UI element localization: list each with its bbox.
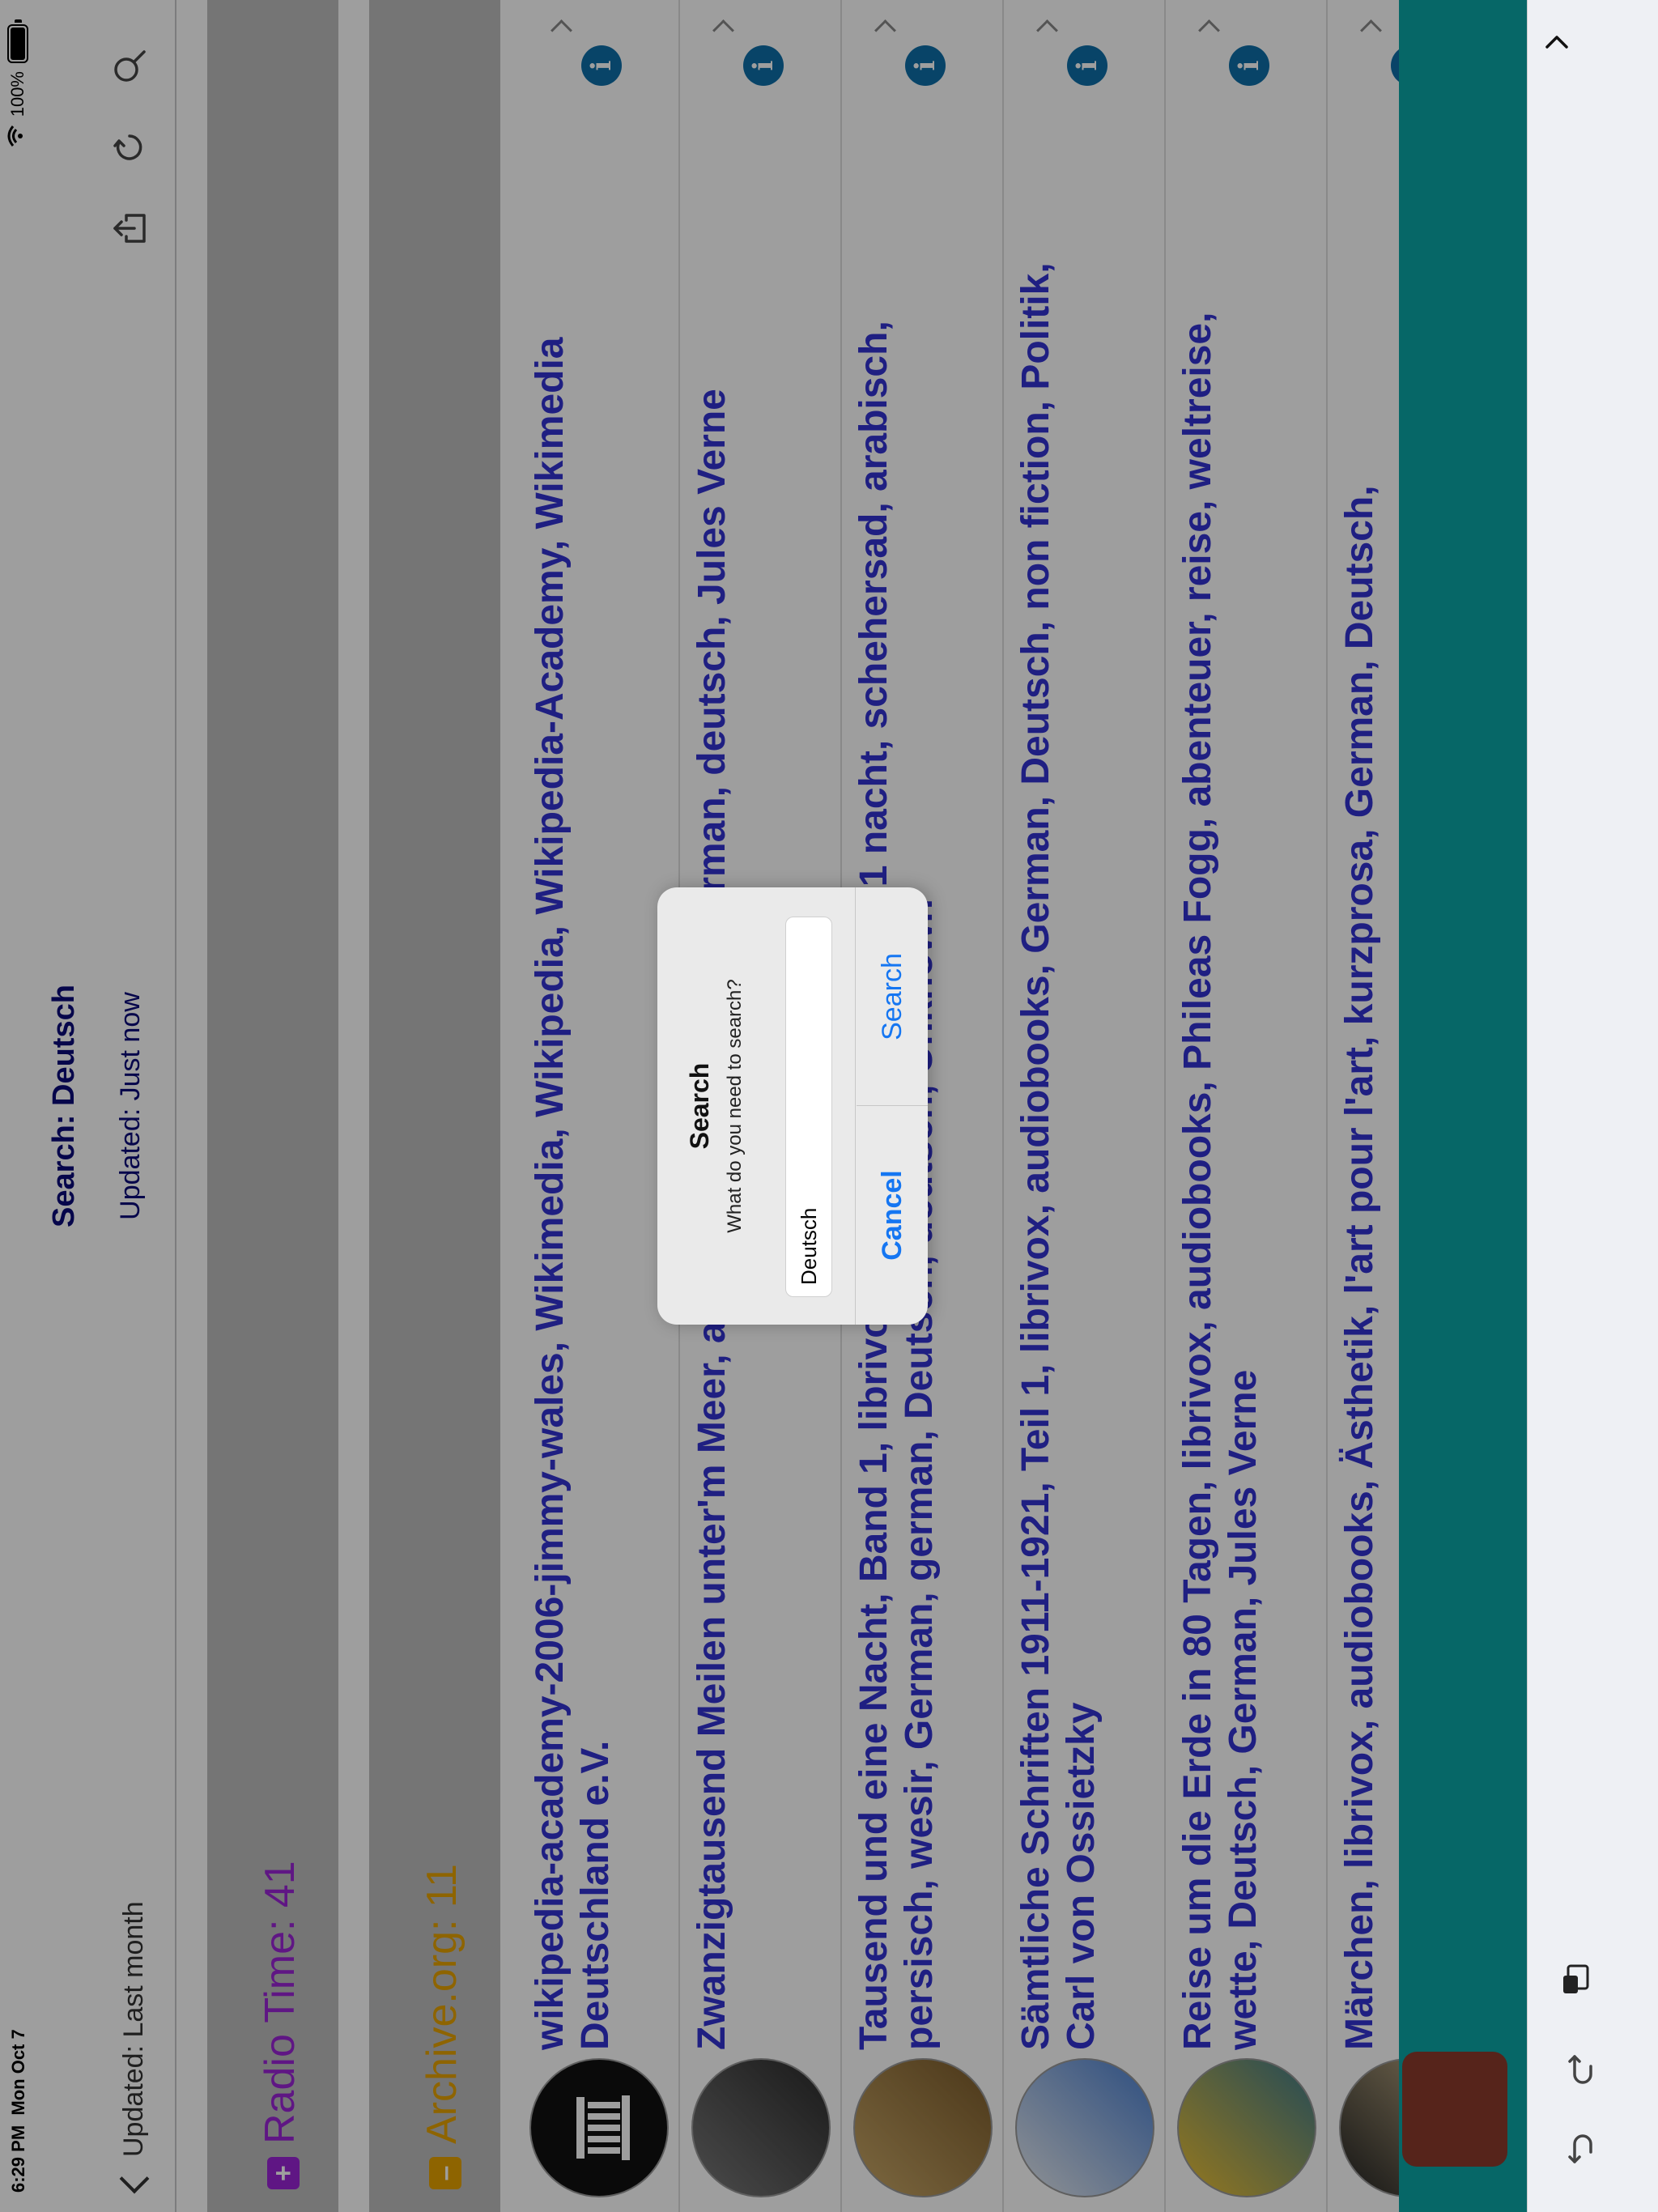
- app-screen: 6:29 PM Mon Oct 7 100% Updated: Last mon…: [0, 0, 1658, 2212]
- cancel-button[interactable]: Cancel: [857, 1106, 928, 1325]
- windows-button[interactable]: [1552, 1955, 1601, 2003]
- chevron-right-icon: [1545, 36, 1568, 49]
- redo-button[interactable]: [1552, 2045, 1601, 2094]
- undo-icon: [1568, 2134, 1592, 2163]
- redo-icon: [1568, 2055, 1592, 2084]
- search-submit-button[interactable]: Search: [857, 887, 928, 1106]
- dialog-message: What do you need to search?: [724, 979, 746, 1233]
- undo-button[interactable]: [1552, 2125, 1601, 2173]
- windows-icon: [1563, 1964, 1589, 1993]
- search-input[interactable]: [785, 917, 832, 1297]
- side-panel: [1527, 0, 1658, 2212]
- dialog-title: Search: [685, 1062, 714, 1150]
- search-dialog: Search What do you need to search? Cance…: [657, 887, 928, 1325]
- expand-panel-button[interactable]: [1533, 18, 1581, 66]
- dialog-divider: [855, 887, 856, 1325]
